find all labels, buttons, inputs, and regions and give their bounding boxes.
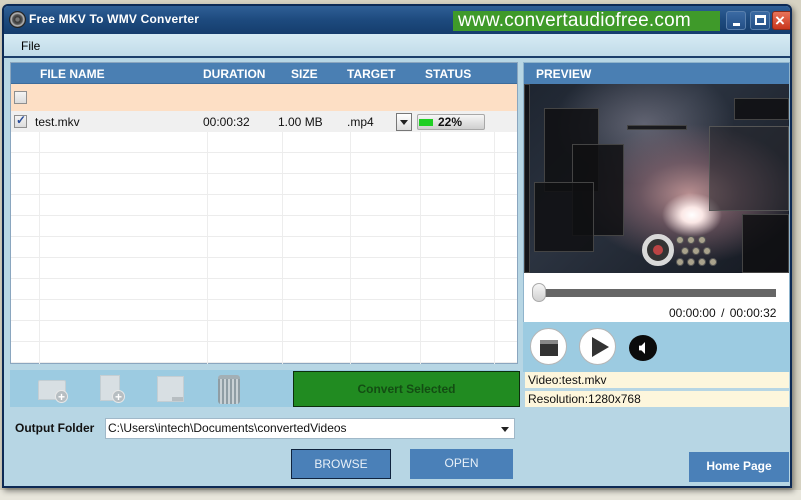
- progress-label: 22%: [438, 115, 463, 129]
- menu-file[interactable]: File: [21, 39, 40, 53]
- playback-controls: [523, 322, 790, 372]
- target-cell[interactable]: .mp4: [347, 115, 374, 129]
- close-button[interactable]: ×: [772, 11, 790, 30]
- empty-table-area: [11, 132, 517, 364]
- table-header: FILE NAME DURATION SIZE TARGET STATUS: [11, 63, 517, 84]
- select-all-checkbox[interactable]: [14, 91, 27, 104]
- speaker-icon: [639, 342, 645, 354]
- video-module: [692, 247, 700, 255]
- video-hud: [642, 234, 674, 266]
- video-module: [687, 258, 695, 266]
- play-icon: [592, 337, 609, 357]
- menu-bar: File: [4, 34, 790, 58]
- playback-time: 00:00:00 / 00:00:32: [669, 306, 776, 320]
- video-module: [687, 236, 695, 244]
- video-frame-panel: [534, 182, 594, 252]
- browse-button[interactable]: BROWSE: [291, 449, 391, 479]
- stop-icon: [540, 340, 558, 356]
- size-cell: 1.00 MB: [278, 115, 323, 129]
- seek-slider-track[interactable]: [536, 289, 776, 297]
- film-reel-icon: [9, 11, 26, 28]
- seek-slider-thumb[interactable]: [532, 283, 546, 302]
- video-frame-panel: [627, 125, 687, 130]
- video-name-info: Video:test.mkv: [525, 372, 789, 388]
- title-bar[interactable]: Free MKV To WMV Converter www.convertaud…: [4, 6, 790, 34]
- video-module: [681, 247, 689, 255]
- video-module: [676, 258, 684, 266]
- output-folder-combobox[interactable]: C:\Users\intech\Documents\convertedVideo…: [105, 418, 515, 439]
- play-button[interactable]: [579, 328, 616, 365]
- checkmark-icon: ✓: [16, 113, 27, 127]
- table-row[interactable]: ✓ test.mkv 00:00:32 1.00 MB .mp4 22%: [11, 111, 517, 132]
- add-file-button[interactable]: +: [98, 374, 130, 404]
- column-header-target[interactable]: TARGET: [347, 67, 395, 81]
- maximize-button[interactable]: [750, 11, 770, 30]
- minimize-icon: [733, 23, 740, 26]
- file-table: FILE NAME DURATION SIZE TARGET STATUS ✓ …: [10, 62, 518, 364]
- video-frame-panel: [709, 126, 789, 211]
- minus-icon: [172, 397, 183, 401]
- video-frame-panel: [524, 84, 530, 273]
- select-all-row: [11, 84, 517, 111]
- close-icon: ×: [775, 11, 785, 30]
- progress-fill: [419, 119, 433, 126]
- action-toolbar: + + Convert Selected: [10, 370, 520, 407]
- current-time: 00:00:00: [669, 306, 716, 320]
- video-hud-core: [653, 245, 663, 255]
- target-dropdown-button[interactable]: [396, 113, 412, 131]
- volume-button[interactable]: [629, 335, 657, 361]
- stop-button[interactable]: [530, 328, 567, 365]
- video-module: [698, 236, 706, 244]
- desktop-below: [0, 490, 801, 500]
- time-separator: /: [721, 306, 725, 320]
- open-button[interactable]: OPEN: [410, 449, 513, 479]
- status-progress-bar: 22%: [417, 114, 485, 130]
- trash-icon: [218, 375, 240, 404]
- minimize-button[interactable]: [726, 11, 746, 30]
- column-header-status[interactable]: STATUS: [425, 67, 471, 81]
- plus-icon: +: [55, 390, 68, 403]
- total-time: 00:00:32: [729, 306, 777, 320]
- home-page-button[interactable]: Home Page: [689, 452, 789, 482]
- row-checkbox[interactable]: ✓: [14, 113, 27, 128]
- column-header-duration[interactable]: DURATION: [203, 67, 265, 81]
- plus-icon: +: [112, 390, 125, 403]
- video-frame-panel: [734, 98, 789, 120]
- column-header-size[interactable]: SIZE: [291, 67, 318, 81]
- video-frame-panel: [742, 214, 789, 273]
- video-module: [709, 258, 717, 266]
- video-module: [703, 247, 711, 255]
- column-header-file-name[interactable]: FILE NAME: [40, 67, 105, 81]
- website-link[interactable]: www.convertaudiofree.com: [453, 11, 720, 31]
- chevron-down-icon: [400, 120, 408, 125]
- video-module: [676, 236, 684, 244]
- delete-button[interactable]: [216, 374, 248, 404]
- chevron-down-icon[interactable]: [501, 427, 509, 432]
- add-folder-button[interactable]: +: [38, 374, 70, 404]
- maximize-icon: [755, 15, 766, 25]
- window-title: Free MKV To WMV Converter: [29, 12, 200, 26]
- output-folder-label: Output Folder: [15, 421, 95, 435]
- video-preview: [524, 84, 789, 273]
- duration-cell: 00:00:32: [203, 115, 250, 129]
- resolution-info: Resolution:1280x768: [525, 391, 789, 407]
- app-window: Free MKV To WMV Converter www.convertaud…: [2, 4, 792, 488]
- remove-button[interactable]: [157, 374, 189, 404]
- preview-header: PREVIEW: [524, 63, 789, 84]
- video-module: [698, 258, 706, 266]
- file-name-cell: test.mkv: [35, 115, 80, 129]
- convert-selected-button[interactable]: Convert Selected: [293, 371, 520, 407]
- output-folder-path: C:\Users\intech\Documents\convertedVideo…: [108, 421, 347, 435]
